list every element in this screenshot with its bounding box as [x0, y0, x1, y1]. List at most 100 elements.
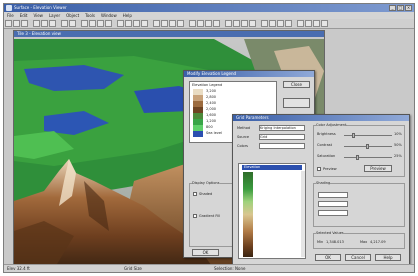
shaded-checkbox[interactable] — [193, 192, 197, 196]
view-2d-icon[interactable] — [189, 20, 196, 27]
source-select[interactable]: Grid — [259, 134, 305, 140]
preview-button[interactable]: Preview — [364, 165, 392, 172]
main-window: Surface - Elevation Viewer _ □ × File Ed… — [3, 3, 415, 273]
shading-field-3[interactable] — [318, 210, 348, 216]
saturation-slider-track[interactable] — [344, 157, 392, 158]
colors-select[interactable] — [259, 143, 305, 149]
view-3d-icon[interactable] — [197, 20, 204, 27]
shading-group: Shading — [313, 181, 405, 227]
contrast-slider-thumb[interactable] — [366, 144, 369, 149]
shaded-label: Shaded — [199, 192, 213, 196]
minimize-button[interactable]: _ — [389, 5, 396, 11]
close-button[interactable]: × — [405, 5, 412, 11]
colors-label: Colors — [237, 144, 248, 148]
info-icon[interactable] — [321, 20, 328, 27]
menu-help[interactable]: Help — [123, 13, 132, 18]
menu-window[interactable]: Window — [101, 13, 117, 18]
brightness-slider-thumb[interactable] — [352, 133, 355, 138]
new-icon[interactable] — [5, 20, 12, 27]
legend-entry: 3,200 — [206, 89, 217, 93]
arrow-left-icon[interactable] — [261, 20, 268, 27]
open-icon[interactable] — [13, 20, 20, 27]
saturation-slider-thumb[interactable] — [356, 155, 359, 160]
maximize-button[interactable]: □ — [397, 5, 404, 11]
color-adjustment-group: Color Adjustment Brightness 10% Contrast… — [313, 123, 405, 177]
table-icon[interactable] — [241, 20, 248, 27]
status-bar: Elev 32.4 ft Grid Size Selection: None — [4, 264, 414, 272]
zoom-out-icon[interactable] — [89, 20, 96, 27]
close-button[interactable]: Close — [283, 81, 310, 88]
gradient-checkbox[interactable] — [193, 214, 197, 218]
arrow-right-icon[interactable] — [269, 20, 276, 27]
legend-header: Elevation Legend — [192, 83, 223, 87]
pan-icon[interactable] — [97, 20, 104, 27]
light-icon[interactable] — [169, 20, 176, 27]
zoom-in-icon[interactable] — [81, 20, 88, 27]
grid-cancel-button[interactable]: Cancel — [345, 254, 371, 261]
grid-help-button[interactable]: Help — [375, 254, 401, 261]
selection-label: Selected Values — [316, 231, 344, 235]
measure-icon[interactable] — [133, 20, 140, 27]
layer-icon[interactable] — [153, 20, 160, 27]
render-icon[interactable] — [205, 20, 212, 27]
min-value: 1,348.013 — [326, 240, 344, 244]
legend-entry: 800 — [206, 125, 213, 129]
rotate-icon[interactable] — [105, 20, 112, 27]
legend-swatch — [193, 131, 203, 137]
menu-view[interactable]: View — [33, 13, 43, 18]
legend-dialog-titlebar[interactable]: Modify Elevation Legend — [184, 71, 314, 77]
saturation-label: Saturation — [317, 154, 336, 158]
redo-icon[interactable] — [69, 20, 76, 27]
import-icon[interactable] — [233, 20, 240, 27]
menu-edit[interactable]: Edit — [20, 13, 28, 18]
flag-icon[interactable] — [297, 20, 304, 27]
menu-layer[interactable]: Layer — [49, 13, 60, 18]
legend-option-button[interactable] — [283, 98, 310, 108]
max-value: 4,217.09 — [370, 240, 386, 244]
menu-file[interactable]: File — [7, 13, 14, 18]
toolbar — [4, 19, 414, 29]
display-options-group: Display Options Shaded Gradient Fill — [189, 181, 237, 247]
legend-swatches — [193, 89, 203, 137]
copy-icon[interactable] — [41, 20, 48, 27]
method-select[interactable]: Kriging Interpolation — [259, 125, 305, 131]
save-icon[interactable] — [21, 20, 28, 27]
max-label: Max — [360, 240, 368, 244]
brightness-value: 10% — [394, 132, 402, 136]
legend-entry: 2,800 — [206, 95, 217, 99]
cut-icon[interactable] — [33, 20, 40, 27]
draw-icon[interactable] — [125, 20, 132, 27]
legend-entry: 1,600 — [206, 113, 217, 117]
gradient-label: Gradient Fill — [199, 214, 221, 218]
brightness-label: Brightness — [317, 132, 336, 136]
legend-entry: 2,400 — [206, 101, 217, 105]
marker-icon[interactable] — [305, 20, 312, 27]
arrow-up-icon[interactable] — [277, 20, 284, 27]
color-adjustment-label: Color Adjustment — [316, 123, 347, 127]
grid-icon[interactable] — [141, 20, 148, 27]
menu-tools[interactable]: Tools — [85, 13, 95, 18]
color-icon[interactable] — [161, 20, 168, 27]
shading-field-1[interactable] — [318, 192, 348, 198]
settings-icon[interactable] — [313, 20, 320, 27]
preview-label: Preview — [323, 167, 337, 171]
preview-checkbox[interactable] — [317, 167, 321, 171]
color-ramp-list[interactable]: Elevation — [238, 163, 306, 259]
title-bar[interactable]: Surface - Elevation Viewer _ □ × — [4, 4, 414, 12]
grid-ok-button[interactable]: OK — [315, 254, 341, 261]
list-scrollbar[interactable] — [301, 171, 305, 257]
menu-object[interactable]: Object — [66, 13, 79, 18]
shading-field-2[interactable] — [318, 201, 348, 207]
arrow-down-icon[interactable] — [285, 20, 292, 27]
selected-color-item[interactable]: Elevation — [242, 165, 302, 170]
grid-dialog-titlebar[interactable]: Grid Parameters — [233, 115, 409, 121]
paste-icon[interactable] — [49, 20, 56, 27]
chart-icon[interactable] — [249, 20, 256, 27]
ok-button[interactable]: OK — [192, 249, 219, 256]
undo-icon[interactable] — [61, 20, 68, 27]
grid-dialog-title: Grid Parameters — [236, 115, 269, 120]
export-icon[interactable] — [225, 20, 232, 27]
select-icon[interactable] — [117, 20, 124, 27]
camera-icon[interactable] — [177, 20, 184, 27]
print-icon[interactable] — [213, 20, 220, 27]
